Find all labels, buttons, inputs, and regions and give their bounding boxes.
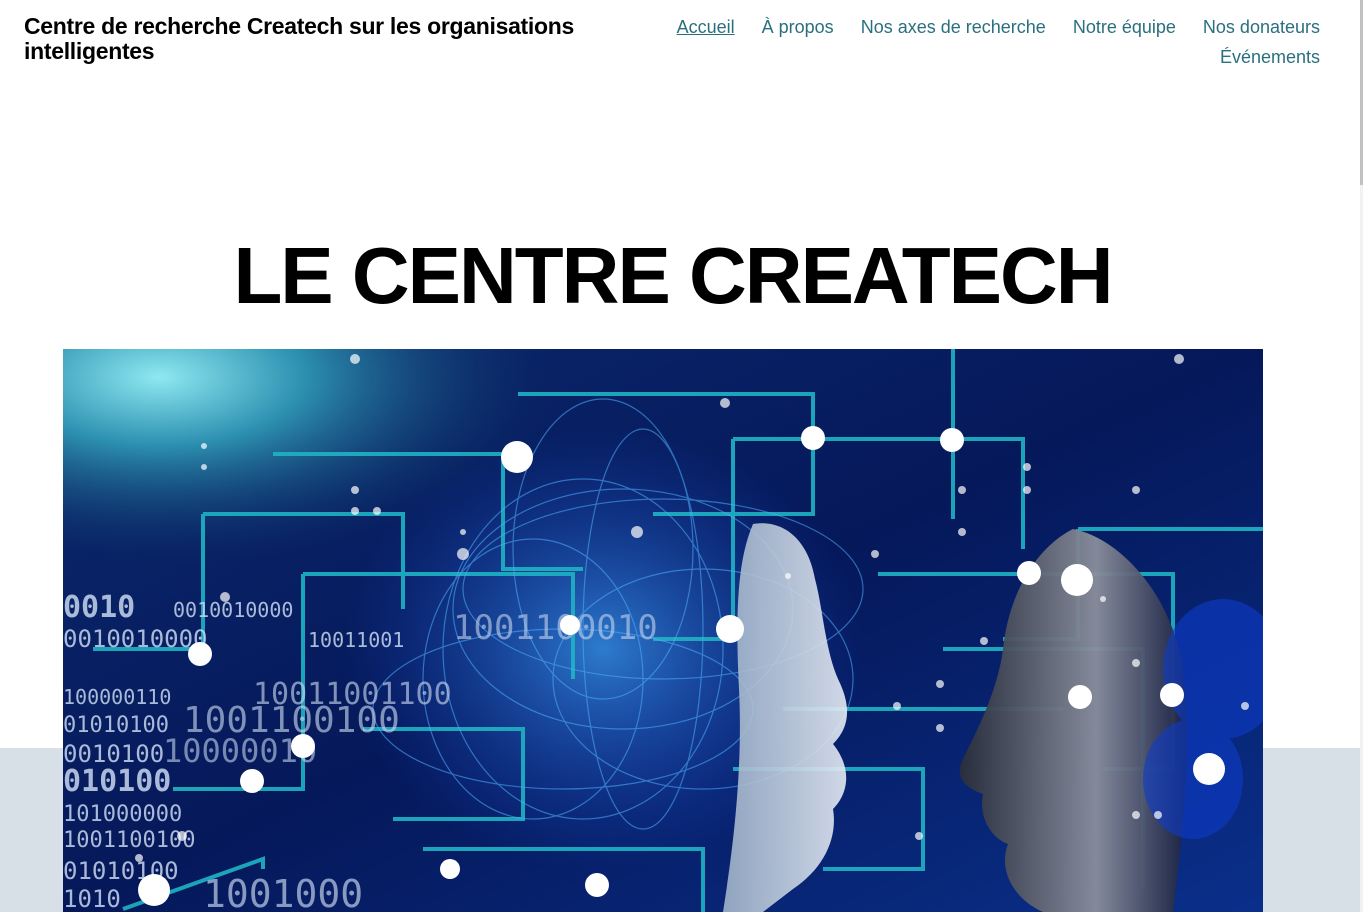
binary-line: 01010100: [63, 713, 169, 738]
binary-line: 10011001: [308, 628, 404, 652]
main-nav: Accueil À propos Nos axes de recherche N…: [600, 12, 1320, 72]
nav-row-1: Accueil À propos Nos axes de recherche N…: [600, 12, 1320, 42]
binary-line: 010100: [63, 764, 171, 799]
binary-line: 0010: [63, 590, 135, 625]
binary-line: 1001000: [203, 872, 363, 912]
nav-link-notre-equipe[interactable]: Notre équipe: [1073, 17, 1176, 37]
binary-line: 1001100010: [453, 608, 658, 648]
nav-link-axes-de-recherche[interactable]: Nos axes de recherche: [861, 17, 1046, 37]
binary-line: 1010: [63, 885, 121, 912]
hero-heading: LE CENTRE CREATECH: [233, 230, 1113, 320]
nav-link-accueil[interactable]: Accueil: [677, 17, 735, 37]
nav-row-2: Événements: [600, 42, 1320, 72]
ai-face-illustration: 0010 0010010000 0010010000 10011001 1001…: [63, 349, 1263, 912]
binary-line: 100000110: [63, 685, 171, 709]
nav-link-a-propos[interactable]: À propos: [762, 17, 834, 37]
nav-link-evenements[interactable]: Événements: [1220, 47, 1320, 67]
binary-line: 0010010000: [63, 625, 208, 653]
hero-image: 0010 0010010000 0010010000 10011001 1001…: [63, 349, 1263, 912]
site-header: Centre de recherche Createch sur les org…: [0, 0, 1363, 100]
nav-link-nos-donateurs[interactable]: Nos donateurs: [1203, 17, 1320, 37]
binary-line: 0010010000: [173, 598, 293, 622]
page: Centre de recherche Createch sur les org…: [0, 0, 1363, 912]
binary-line: 1001100100: [63, 828, 195, 853]
binary-line: 101000000: [63, 802, 182, 827]
site-title[interactable]: Centre de recherche Createch sur les org…: [24, 14, 624, 64]
